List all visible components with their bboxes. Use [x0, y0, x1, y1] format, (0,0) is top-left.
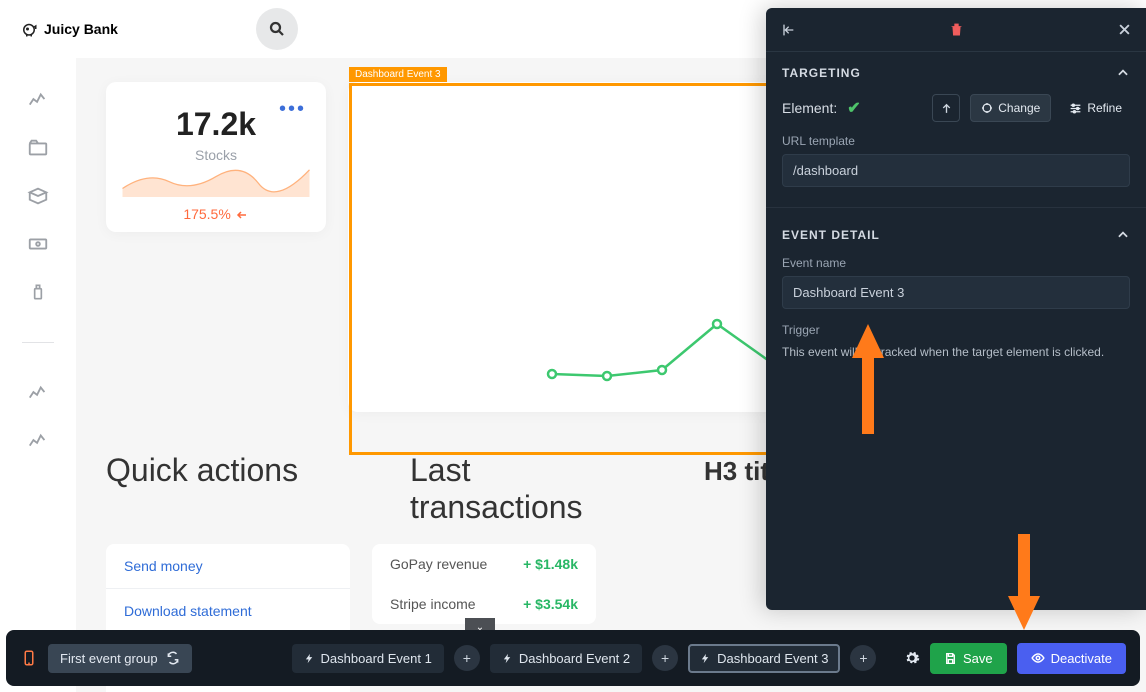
sliders-icon — [1069, 102, 1082, 115]
transactions-list: GoPay revenue+ $1.48k Stripe income+ $3.… — [372, 544, 596, 624]
rail-separator — [22, 342, 54, 343]
quick-actions-heading: Quick actions — [106, 452, 350, 526]
refine-button[interactable]: Refine — [1061, 95, 1130, 121]
quick-action-send[interactable]: Send money — [106, 544, 350, 589]
nav-chart1-icon[interactable] — [26, 381, 50, 405]
save-icon — [944, 652, 957, 665]
stocks-card: ••• 17.2k Stocks 175.5% — [106, 82, 326, 232]
chevron-up-icon — [1116, 228, 1130, 242]
tab-add-1[interactable]: + — [454, 645, 480, 671]
nav-box-icon[interactable] — [26, 184, 50, 208]
panel-collapse-button[interactable] — [780, 22, 796, 38]
nav-chart2-icon[interactable] — [26, 429, 50, 453]
collapse-left-icon — [780, 22, 796, 38]
url-template-input[interactable] — [782, 154, 1130, 187]
element-label: Element: — [782, 100, 837, 116]
pig-icon — [20, 20, 38, 38]
select-parent-button[interactable] — [932, 94, 960, 122]
chevron-up-icon — [1116, 66, 1130, 80]
event-name-label: Event name — [782, 256, 1130, 270]
event-tab-3[interactable]: Dashboard Event 3 — [688, 644, 840, 673]
brand-logo: Juicy Bank — [20, 20, 118, 38]
trigger-hint: This event will be tracked when the targ… — [782, 343, 1130, 361]
trash-icon — [949, 22, 964, 37]
save-button[interactable]: Save — [930, 643, 1007, 674]
gear-icon — [904, 650, 920, 666]
bolt-icon — [502, 652, 513, 665]
panel-close-button[interactable] — [1117, 22, 1132, 37]
trigger-label: Trigger — [782, 323, 1130, 337]
brand-name: Juicy Bank — [44, 21, 118, 37]
event-name-input[interactable] — [782, 276, 1130, 309]
targeting-section-header[interactable]: TARGETING — [766, 52, 1146, 94]
nav-folder-icon[interactable] — [26, 136, 50, 160]
search-button[interactable] — [256, 8, 298, 50]
device-icon[interactable] — [20, 647, 38, 669]
checkmark-icon: ✔ — [847, 98, 860, 118]
panel-delete-button[interactable] — [949, 22, 964, 37]
event-tab-1[interactable]: Dashboard Event 1 — [292, 644, 444, 673]
event-detail-section-header[interactable]: EVENT DETAIL — [766, 214, 1146, 256]
crosshair-icon — [981, 102, 993, 114]
event-editor-panel: TARGETING Element: ✔ Change Refine URL t… — [766, 8, 1146, 610]
nav-cash-icon[interactable] — [26, 232, 50, 256]
stocks-change: 175.5% — [118, 206, 314, 222]
card-more-button[interactable]: ••• — [279, 98, 306, 121]
bottom-bar: First event group Dashboard Event 1 + Da… — [6, 630, 1140, 686]
nav-activity-icon[interactable] — [26, 88, 50, 112]
change-button[interactable]: Change — [970, 94, 1051, 122]
last-transactions-heading: Last transactions — [410, 452, 634, 526]
stocks-sparkline — [118, 163, 314, 197]
transaction-row[interactable]: GoPay revenue+ $1.48k — [372, 544, 596, 584]
left-rail — [0, 58, 76, 692]
quick-action-download[interactable]: Download statement — [106, 589, 350, 634]
refresh-icon — [166, 651, 180, 665]
tab-add-3[interactable]: + — [850, 645, 876, 671]
tab-add-2[interactable]: + — [652, 645, 678, 671]
bottom-settings-button[interactable] — [904, 650, 920, 666]
deactivate-button[interactable]: Deactivate — [1017, 643, 1126, 674]
event-tab-2[interactable]: Dashboard Event 2 — [490, 644, 642, 673]
url-template-label: URL template — [782, 134, 1130, 148]
close-icon — [1117, 22, 1132, 37]
nav-usb-icon[interactable] — [26, 280, 50, 304]
bolt-icon — [700, 652, 711, 665]
arrow-left-icon — [235, 209, 249, 221]
eye-icon — [1031, 651, 1045, 665]
bolt-icon — [304, 652, 315, 665]
arrow-up-icon — [940, 102, 953, 115]
event-group-chip[interactable]: First event group — [48, 644, 192, 673]
stocks-label: Stocks — [118, 147, 314, 163]
search-icon — [268, 20, 286, 38]
